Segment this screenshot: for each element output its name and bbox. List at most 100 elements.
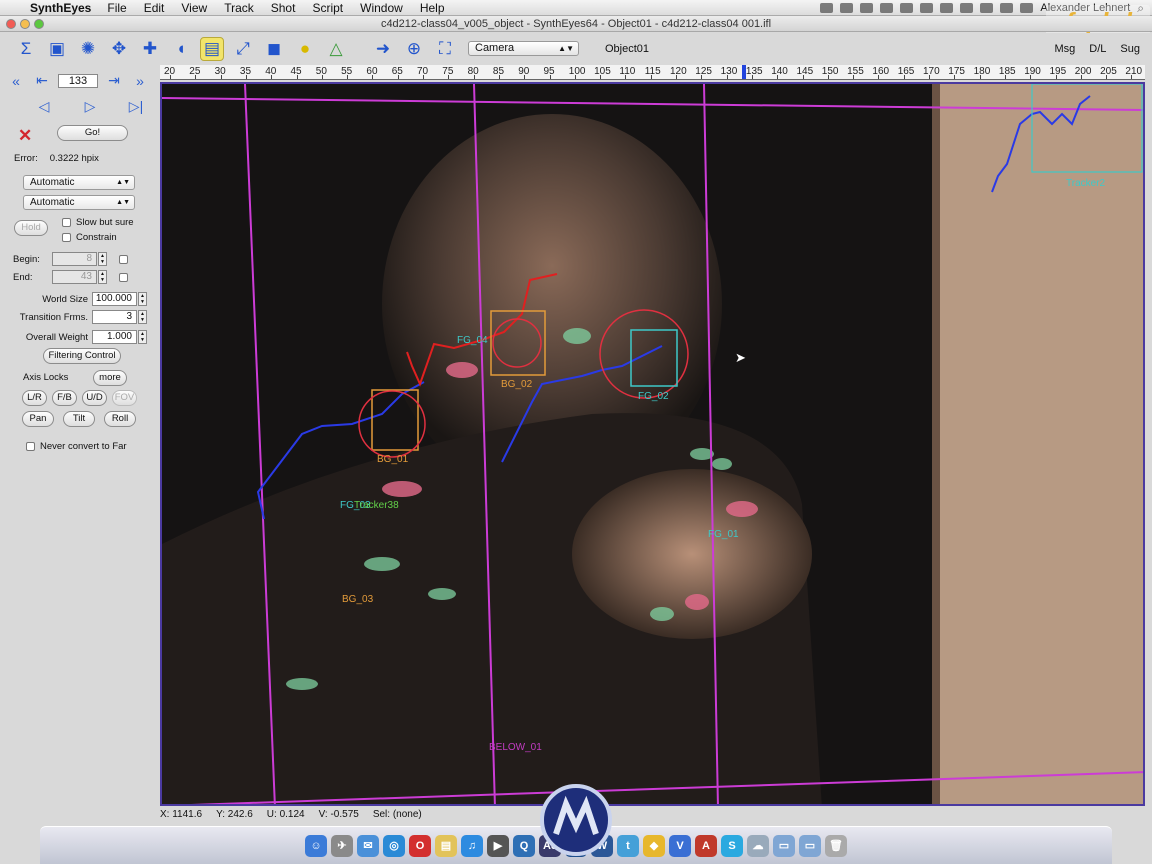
menu-window[interactable]: Window — [360, 1, 403, 15]
downloads-folder-icon[interactable]: ▭ — [799, 834, 821, 857]
world-size-field[interactable]: 100.000 — [92, 292, 137, 306]
play-icon[interactable]: ▷ — [80, 98, 100, 115]
light-icon[interactable]: ● — [293, 37, 317, 61]
cyberduck-icon[interactable]: ◆ — [643, 834, 665, 857]
wifi-sync-icon[interactable] — [840, 3, 854, 13]
tracker-label-fg01[interactable]: FG_01 — [708, 529, 739, 540]
lock-fov-button[interactable]: FOV — [112, 390, 137, 406]
dropbox-icon[interactable] — [860, 3, 874, 13]
tracker-label-bg02[interactable]: BG_02 — [501, 379, 533, 390]
rewind-icon[interactable]: « — [6, 73, 26, 89]
overall-weight-stepper[interactable]: ▲ ▼ — [138, 330, 147, 344]
acrobat-icon[interactable]: A — [695, 834, 717, 857]
solve-mode-select[interactable]: Automatic ▲▼ — [23, 175, 135, 190]
camera-select[interactable]: Camera ▲▼ — [468, 41, 579, 56]
safari-icon[interactable]: ◎ — [383, 834, 405, 857]
vimeo-icon[interactable]: V — [669, 834, 691, 857]
more-button[interactable]: more — [93, 370, 127, 386]
menu-script[interactable]: Script — [312, 1, 343, 15]
go-button[interactable]: Go! — [57, 125, 128, 141]
first-frame-icon[interactable]: ⇤ — [32, 72, 52, 89]
step-back-icon[interactable]: ◁ — [34, 98, 54, 115]
tracker-label-below01[interactable]: BELOW_01 — [489, 742, 542, 753]
tilt-button[interactable]: Tilt — [63, 411, 95, 427]
slow-but-sure-checkbox[interactable] — [62, 218, 71, 227]
lock-fb-button[interactable]: F/B — [52, 390, 77, 406]
pan-button[interactable]: Pan — [22, 411, 54, 427]
transition-field[interactable]: 3 — [92, 310, 137, 324]
evernote-icon[interactable] — [880, 3, 894, 13]
summary-panel-icon[interactable]: ▤ — [200, 36, 224, 61]
tracker-icon[interactable]: ✥ — [107, 37, 131, 61]
step-forward-icon[interactable]: ▷| — [126, 98, 146, 115]
tracker-label-fg04[interactable]: FG_04 — [457, 335, 488, 346]
notes-icon[interactable]: ▤ — [435, 834, 457, 857]
quicktime-icon[interactable]: Q — [513, 834, 535, 857]
dl-button[interactable]: D/L — [1089, 43, 1106, 55]
viewport-icon[interactable]: ▣ — [45, 37, 69, 61]
begin-checkbox[interactable] — [119, 254, 128, 264]
lock-ud-button[interactable]: U/D — [82, 390, 107, 406]
filtering-control-button[interactable]: Filtering Control — [43, 348, 121, 364]
fast-forward-icon[interactable]: » — [130, 73, 150, 89]
tracker-label-tracker2[interactable]: Tracker2 — [1066, 178, 1106, 189]
solver-icon[interactable]: ✺ — [76, 37, 100, 61]
wifi-icon[interactable] — [1000, 3, 1014, 13]
graph-icon[interactable]: ⤢ — [231, 37, 255, 61]
time-machine-icon[interactable] — [980, 3, 994, 13]
lens-icon[interactable]: ◖ — [169, 37, 193, 61]
playhead-marker[interactable] — [741, 65, 746, 79]
twitter-icon[interactable]: t — [617, 834, 639, 857]
begin-field[interactable]: 8 — [52, 252, 97, 266]
menu-view[interactable]: View — [181, 1, 207, 15]
opera-icon[interactable]: O — [409, 834, 431, 857]
screen-icon[interactable] — [820, 3, 834, 13]
secondary-mode-select[interactable]: Automatic ▲▼ — [23, 195, 135, 210]
camera-viewport[interactable]: BG_01 BG_02 BG_03 FG_02 FG_01 FG_04 FG_0… — [160, 82, 1145, 806]
lock-lr-button[interactable]: L/R — [22, 390, 47, 406]
tracker-label-bg01[interactable]: BG_01 — [377, 454, 409, 465]
world-size-stepper[interactable]: ▲ ▼ — [138, 292, 147, 306]
documents-folder-icon[interactable]: ▭ — [773, 834, 795, 857]
itunes-icon[interactable]: ♫ — [461, 834, 483, 857]
menu-edit[interactable]: Edit — [144, 1, 165, 15]
timeline-ruler[interactable]: 20 25 30 35 40 45 50 55 60 65 70 75 80 85 90 95 100 105 11… — [160, 65, 1145, 80]
cube-icon[interactable]: ◼ — [262, 37, 286, 61]
battery-icon[interactable] — [900, 3, 914, 13]
sync-icon[interactable] — [940, 3, 954, 13]
sigma-icon[interactable]: Σ — [14, 37, 38, 61]
zoom-icon[interactable]: ⊕ — [402, 37, 426, 61]
menu-shot[interactable]: Shot — [271, 1, 296, 15]
msg-button[interactable]: Msg — [1055, 43, 1076, 55]
end-checkbox[interactable] — [119, 272, 128, 282]
hold-button[interactable]: Hold — [14, 220, 48, 236]
finder-icon[interactable]: ☺ — [305, 834, 327, 857]
display-icon[interactable] — [920, 3, 934, 13]
end-stepper[interactable]: ▲ ▼ — [98, 270, 107, 284]
menu-help[interactable]: Help — [420, 1, 445, 15]
close-window-button[interactable] — [6, 19, 16, 29]
mesh-icon[interactable]: △ — [324, 37, 348, 61]
begin-stepper[interactable]: ▲ ▼ — [98, 252, 107, 266]
terminal-icon[interactable]: ▶ — [487, 834, 509, 857]
zoom-window-button[interactable] — [34, 19, 44, 29]
launchpad-icon[interactable]: ✈ — [331, 834, 353, 857]
cancel-icon[interactable]: ✕ — [18, 126, 32, 146]
current-frame-field[interactable]: 133 — [58, 73, 98, 88]
menu-file[interactable]: File — [107, 1, 126, 15]
sug-button[interactable]: Sug — [1120, 43, 1140, 55]
clock-icon[interactable] — [1020, 3, 1034, 13]
minimize-window-button[interactable] — [20, 19, 30, 29]
constrain-checkbox[interactable] — [62, 233, 71, 242]
mail-icon[interactable]: ✉ — [357, 834, 379, 857]
end-field[interactable]: 43 — [52, 270, 97, 284]
fit-icon[interactable]: ⛶ — [433, 37, 457, 61]
arrow-right-icon[interactable]: ➜ — [371, 37, 395, 61]
viewport-canvas[interactable]: BG_01 BG_02 BG_03 FG_02 FG_01 FG_04 FG_0… — [162, 84, 1145, 806]
roll-button[interactable]: Roll — [104, 411, 136, 427]
skype-icon[interactable]: S — [721, 834, 743, 857]
trash-icon[interactable]: 🗑 — [825, 834, 847, 857]
menu-track[interactable]: Track — [224, 1, 254, 15]
messages-icon[interactable]: ☁ — [747, 834, 769, 857]
tracker-label-bg03[interactable]: BG_03 — [342, 594, 374, 605]
